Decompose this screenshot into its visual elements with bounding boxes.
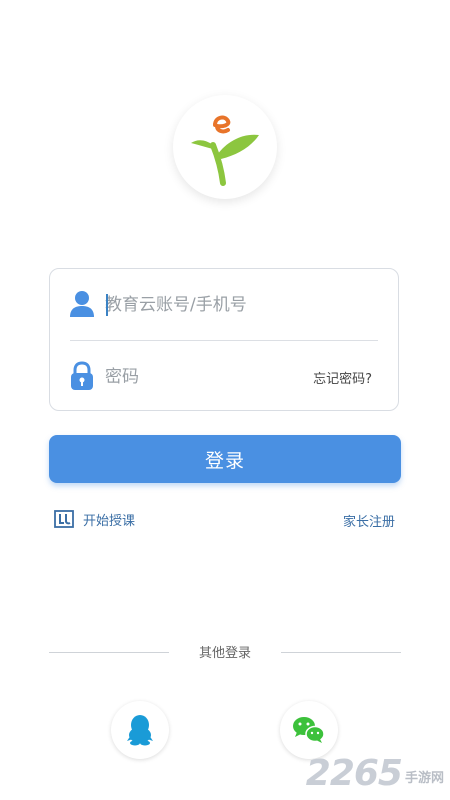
account-input[interactable]: [105, 290, 345, 320]
password-row: 忘记密码?: [50, 341, 398, 412]
qq-login-button[interactable]: [111, 701, 169, 759]
start-class-icon: [54, 510, 74, 528]
start-class-link[interactable]: 开始授课: [53, 508, 135, 530]
other-login-divider: 其他登录: [49, 642, 401, 662]
account-row: [50, 269, 398, 340]
wechat-login-button[interactable]: [280, 701, 338, 759]
app-logo: [173, 95, 277, 199]
divider-line-right: [281, 652, 401, 653]
text-cursor: [106, 294, 108, 316]
login-button[interactable]: 登录: [49, 435, 401, 483]
watermark: 2265 手游网: [306, 756, 444, 792]
qq-icon: [127, 715, 153, 746]
lock-icon: [71, 361, 93, 390]
start-class-label: 开始授课: [83, 513, 136, 529]
watermark-number: 2265: [305, 753, 403, 794]
parent-register-link[interactable]: 家长注册: [343, 511, 395, 530]
wechat-icon: [293, 717, 325, 743]
login-form: 忘记密码?: [49, 268, 399, 411]
watermark-text: 手游网: [404, 771, 444, 786]
forgot-password-link[interactable]: 忘记密码?: [313, 368, 372, 387]
user-icon: [70, 291, 94, 317]
logo-icon: [191, 115, 259, 186]
password-input[interactable]: [105, 362, 345, 392]
